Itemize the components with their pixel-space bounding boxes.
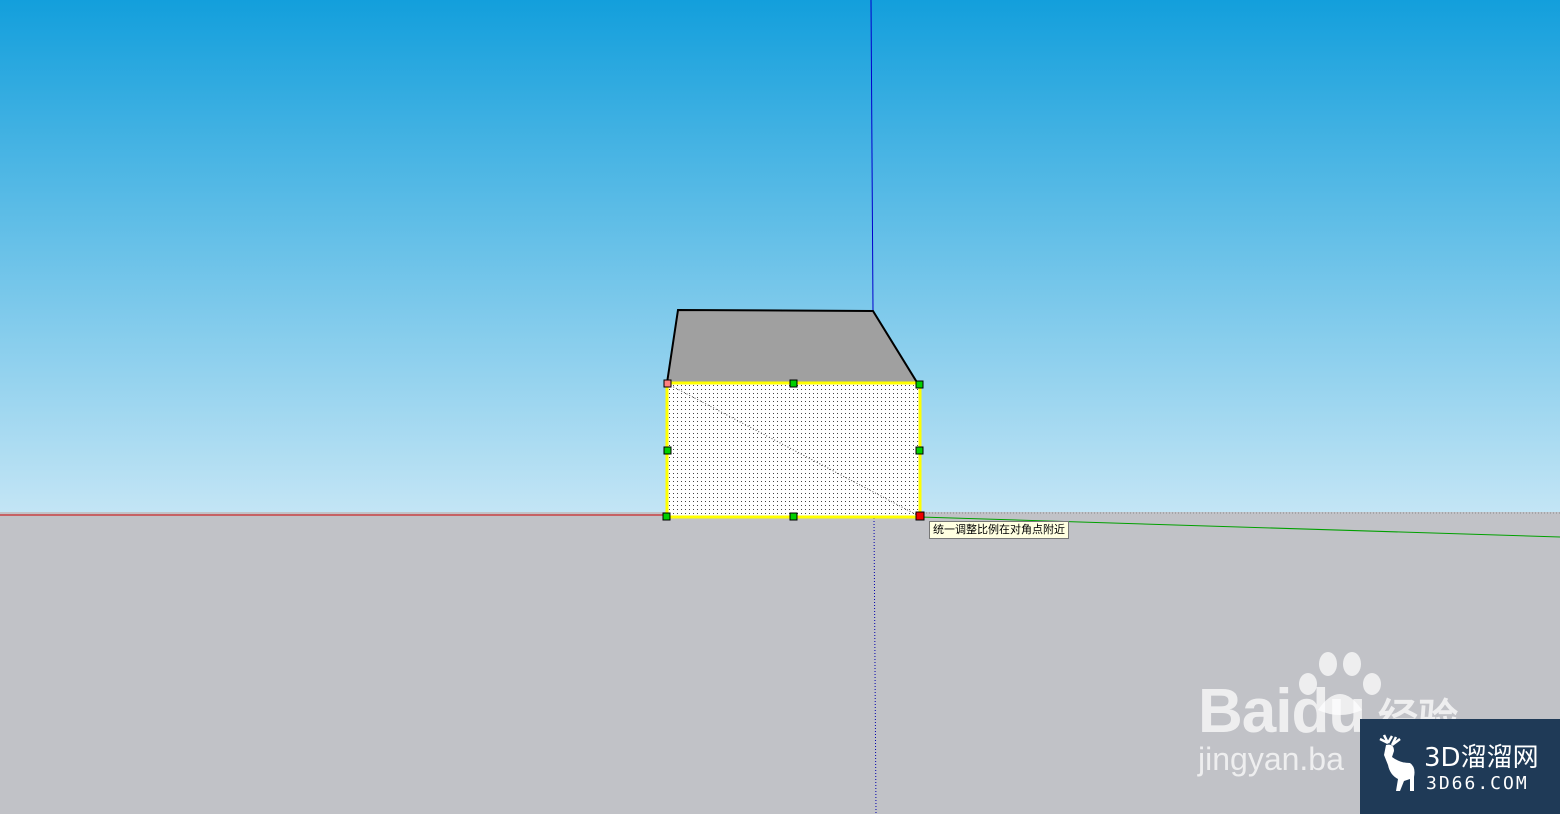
- scale-tool-tooltip: 统一调整比例在对角点附近: [929, 521, 1069, 539]
- scale-grip-top-right[interactable]: [915, 380, 924, 389]
- scale-grip-bottom-right-active[interactable]: [915, 511, 925, 521]
- box-top-face[interactable]: [665, 308, 920, 386]
- scale-grip-top-middle[interactable]: [789, 379, 798, 388]
- sketchup-3d-viewport[interactable]: 统一调整比例在对角点附近: [0, 0, 1560, 814]
- site-name: 3D溜溜网: [1424, 743, 1539, 773]
- ground-plane: [0, 512, 1560, 814]
- scale-grip-top-left[interactable]: [663, 379, 672, 388]
- scale-grip-middle-right[interactable]: [915, 446, 924, 455]
- scene-canvas[interactable]: [0, 0, 1560, 814]
- scale-grip-middle-left[interactable]: [663, 446, 672, 455]
- 3d66-watermark: 3D溜溜网 3D66.COM: [1360, 719, 1560, 814]
- scale-grip-bottom-left[interactable]: [662, 512, 671, 521]
- site-domain: 3D66.COM: [1426, 773, 1529, 794]
- scale-grip-bottom-middle[interactable]: [789, 512, 798, 521]
- deer-icon: [1370, 733, 1420, 808]
